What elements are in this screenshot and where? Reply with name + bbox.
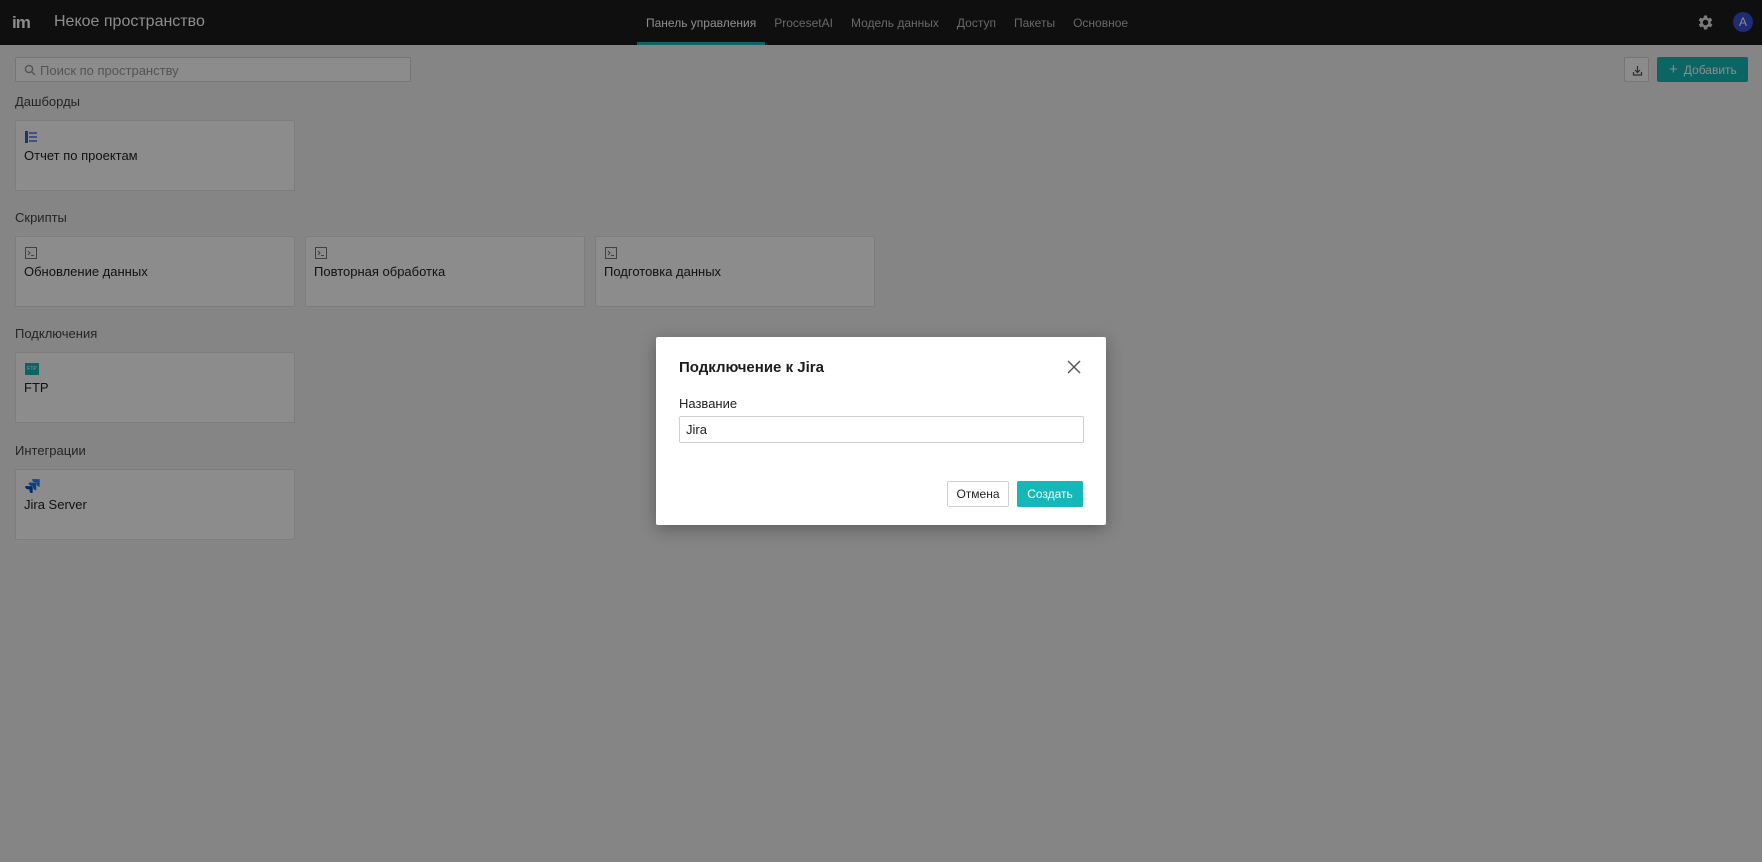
name-field-label: Название (679, 396, 738, 411)
create-button[interactable]: Создать (1017, 481, 1083, 507)
dialog-title: Подключение к Jira (679, 359, 824, 376)
jira-connection-dialog: Подключение к Jira Название Отмена Созда… (656, 337, 1106, 525)
name-field-wrapper (679, 416, 1084, 443)
cancel-button[interactable]: Отмена (947, 481, 1009, 507)
close-icon[interactable] (1067, 360, 1081, 374)
name-field[interactable] (680, 417, 1083, 442)
